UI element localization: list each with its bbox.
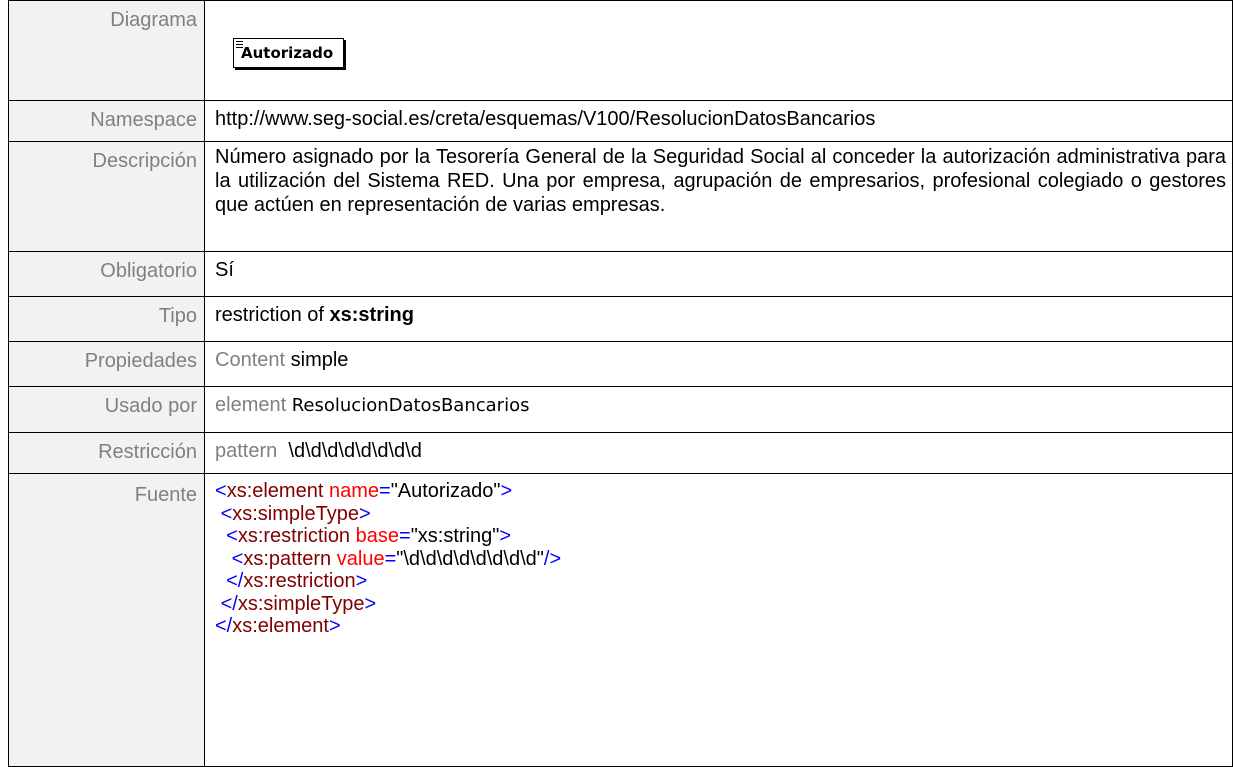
tipo-cell: restriction of xs:string <box>204 296 1233 342</box>
xml-tag-name: xs:element <box>232 615 329 637</box>
xml-close-bracket: > <box>500 480 513 502</box>
row-restriccion: Restricción pattern \d\d\d\d\d\d\d\d <box>8 432 1233 474</box>
xml-open-bracket: </ <box>215 615 233 637</box>
label-usado-por: Usado por <box>8 386 205 433</box>
usado-por-kind: element <box>215 394 287 416</box>
element-diagram-box[interactable]: Autorizado <box>233 38 345 68</box>
row-descripcion: Descripción Número asignado por la Tesor… <box>8 141 1233 252</box>
xml-open-bracket: < <box>226 525 238 547</box>
element-documentation-table: Diagrama Autorizado Namespace http://www… <box>8 0 1233 767</box>
label-obligatorio: Obligatorio <box>8 251 205 297</box>
label-restriccion: Restricción <box>8 432 205 474</box>
element-lines-icon <box>236 41 243 49</box>
xml-attribute-name: name <box>328 480 379 502</box>
row-tipo: Tipo restriction of xs:string <box>8 296 1233 342</box>
xml-attribute-value: "xs:string" <box>410 525 500 547</box>
xml-tag-name: xs:element <box>226 480 324 502</box>
row-diagrama: Diagrama Autorizado <box>8 0 1233 101</box>
xml-tag-name: xs:restriction <box>237 525 351 547</box>
xml-attribute-name: value <box>336 547 385 570</box>
label-descripcion: Descripción <box>8 141 205 252</box>
row-fuente: Fuente <xs:element name="Autorizado"> <x… <box>8 473 1233 767</box>
propiedades-key: Content <box>215 349 286 371</box>
label-diagrama: Diagrama <box>8 0 205 101</box>
xml-attribute-value: "Autorizado" <box>390 480 501 502</box>
source-line: </xs:element> <box>215 614 1226 639</box>
restriccion-kind: pattern <box>215 440 278 462</box>
label-fuente: Fuente <box>8 473 205 767</box>
usado-por-element-link[interactable]: ResolucionDatosBancarios <box>292 395 530 416</box>
source-line: <xs:restriction base="xs:string"> <box>215 524 1226 549</box>
xml-close-bracket: /> <box>543 547 562 570</box>
restriccion-value: \d\d\d\d\d\d\d\d <box>288 440 422 462</box>
xml-tag-name: xs:restriction <box>243 570 356 592</box>
xml-attribute-name: base <box>355 525 399 547</box>
tipo-prefix: restriction of <box>215 304 324 326</box>
source-indent <box>215 570 226 592</box>
xml-close-bracket: > <box>499 525 512 547</box>
row-propiedades: Propiedades Content simple <box>8 341 1233 387</box>
descripcion-cell: Número asignado por la Tesorería General… <box>204 141 1233 252</box>
xml-open-bracket: < <box>231 547 244 570</box>
source-line: </xs:simpleType> <box>215 592 1226 617</box>
usado-por-cell: element ResolucionDatosBancarios <box>204 386 1233 433</box>
restriccion-cell: pattern \d\d\d\d\d\d\d\d <box>204 432 1233 474</box>
descripcion-value: Número asignado por la Tesorería General… <box>215 146 1226 216</box>
source-line: <xs:pattern value="\d\d\d\d\d\d\d\d"/> <box>215 547 1226 572</box>
label-tipo: Tipo <box>8 296 205 342</box>
row-namespace: Namespace http://www.seg-social.es/creta… <box>8 100 1233 142</box>
xml-source-code: <xs:element name="Autorizado"> <xs:simpl… <box>215 479 1226 639</box>
namespace-value: http://www.seg-social.es/creta/esquemas/… <box>204 100 1233 142</box>
propiedades-cell: Content simple <box>204 341 1233 387</box>
xml-attribute-value: "\d\d\d\d\d\d\d\d" <box>396 547 544 570</box>
source-indent <box>215 548 232 570</box>
row-obligatorio: Obligatorio Sí <box>8 251 1233 297</box>
xml-tag-name: xs:simpleType <box>237 592 365 615</box>
xml-open-bracket: </ <box>220 592 238 615</box>
xml-open-bracket: </ <box>226 570 244 592</box>
xml-close-bracket: > <box>355 570 368 592</box>
label-namespace: Namespace <box>8 100 205 142</box>
xml-close-bracket: > <box>364 592 377 615</box>
xml-close-bracket: > <box>358 502 371 525</box>
source-indent <box>215 525 226 547</box>
xml-tag-name: xs:simpleType <box>232 502 359 525</box>
obligatorio-value: Sí <box>204 251 1233 297</box>
xml-open-bracket: < <box>215 480 227 502</box>
xml-close-bracket: > <box>328 615 341 637</box>
diagram-cell: Autorizado <box>204 0 1233 101</box>
propiedades-value: simple <box>290 349 349 371</box>
source-line: </xs:restriction> <box>215 569 1226 594</box>
xml-tag-name: xs:pattern <box>243 547 332 570</box>
fuente-source-cell: <xs:element name="Autorizado"> <xs:simpl… <box>204 473 1233 767</box>
source-line: <xs:element name="Autorizado"> <box>215 480 513 502</box>
tipo-type-name[interactable]: xs:string <box>330 304 414 326</box>
source-line: <xs:simpleType> <box>215 502 1226 527</box>
xml-open-bracket: < <box>220 502 233 525</box>
diagram-element-name: Autorizado <box>241 44 334 62</box>
label-propiedades: Propiedades <box>8 341 205 387</box>
row-usado-por: Usado por element ResolucionDatosBancari… <box>8 386 1233 433</box>
